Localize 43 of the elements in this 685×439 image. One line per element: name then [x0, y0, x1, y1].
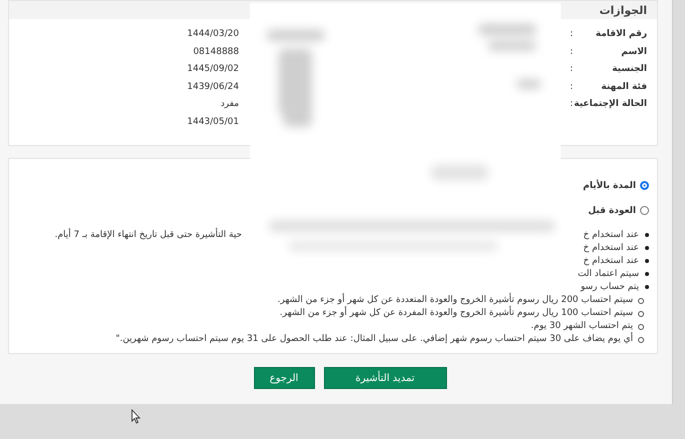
note-text: سيتم اعتماد الت: [576, 268, 639, 281]
back-button[interactable]: الرجوع: [254, 367, 314, 389]
field-label: رقم الاقامة: [594, 28, 647, 41]
bullet-icon: [638, 336, 644, 342]
colon: :: [568, 63, 573, 76]
radio-button[interactable]: [640, 206, 649, 215]
field-value: مفرد: [220, 98, 239, 111]
option-label: المدة بالأيام: [583, 180, 636, 190]
field-label: فئة المهنة: [600, 80, 647, 94]
bullet-icon: [638, 324, 644, 330]
note-text: يتم احتساب الشهر 30 يوم.: [530, 320, 633, 332]
bullet-icon: [638, 310, 644, 316]
note-text: عند استخدام خ: [582, 229, 639, 242]
field-value: 1444/03/20: [186, 28, 239, 41]
mouse-cursor-icon: [131, 409, 141, 424]
field-label: الحالة الإجتماعية: [573, 98, 647, 111]
field-label: الاسم: [620, 46, 647, 58]
field-value: 1439/06/24: [186, 80, 239, 94]
field-value: 1443/05/01: [186, 116, 239, 128]
extend-visa-button[interactable]: تمديد التأشيرة: [324, 367, 446, 389]
bullet-icon: [645, 233, 649, 237]
option-label: العودة قبل: [588, 206, 636, 216]
note-text: عند استخدام خ: [582, 242, 639, 255]
field-value: 1445/09/02: [186, 63, 239, 76]
bullet-icon: [645, 272, 649, 276]
note-text: يتم حساب رسو: [579, 281, 639, 294]
colon: :: [568, 28, 573, 41]
note-text: حية التأشيرة حتى قبل تاريخ انتهاء الإقامة بـ 7 أيام.: [9, 229, 242, 242]
note-text: عند استخدام خ: [582, 255, 639, 268]
note-text: سيتم احتساب 100 ريال رسوم تأشيرة الخروج والعودة المفردة عن كل شهر أو جزء من الشهر.: [280, 307, 633, 320]
bullet-icon: [645, 259, 649, 263]
colon: :: [568, 80, 573, 94]
field-value: 08148888: [192, 46, 239, 58]
bullet-icon: [645, 285, 649, 289]
note-text: أي يوم يضاف على 30 سيتم احتساب رسوم شهر إضافي. على سبيل المثال: عند طلب الحصول على 31 يوم سيتم احتساب رسوم شهرين.": [116, 333, 633, 346]
note-text: سيتم احتساب 200 ريال رسوم تأشيرة الخروج والعودة المتعددة عن كل شهر أو جزء من الشهر.: [278, 294, 633, 307]
bullet-icon: [638, 298, 644, 304]
field-label: الجنسية: [611, 63, 647, 76]
colon: :: [568, 46, 573, 58]
section-title: الجوازات: [599, 4, 647, 16]
radio-button[interactable]: [640, 181, 649, 190]
bullet-icon: [645, 246, 649, 250]
colon: :: [568, 98, 573, 111]
